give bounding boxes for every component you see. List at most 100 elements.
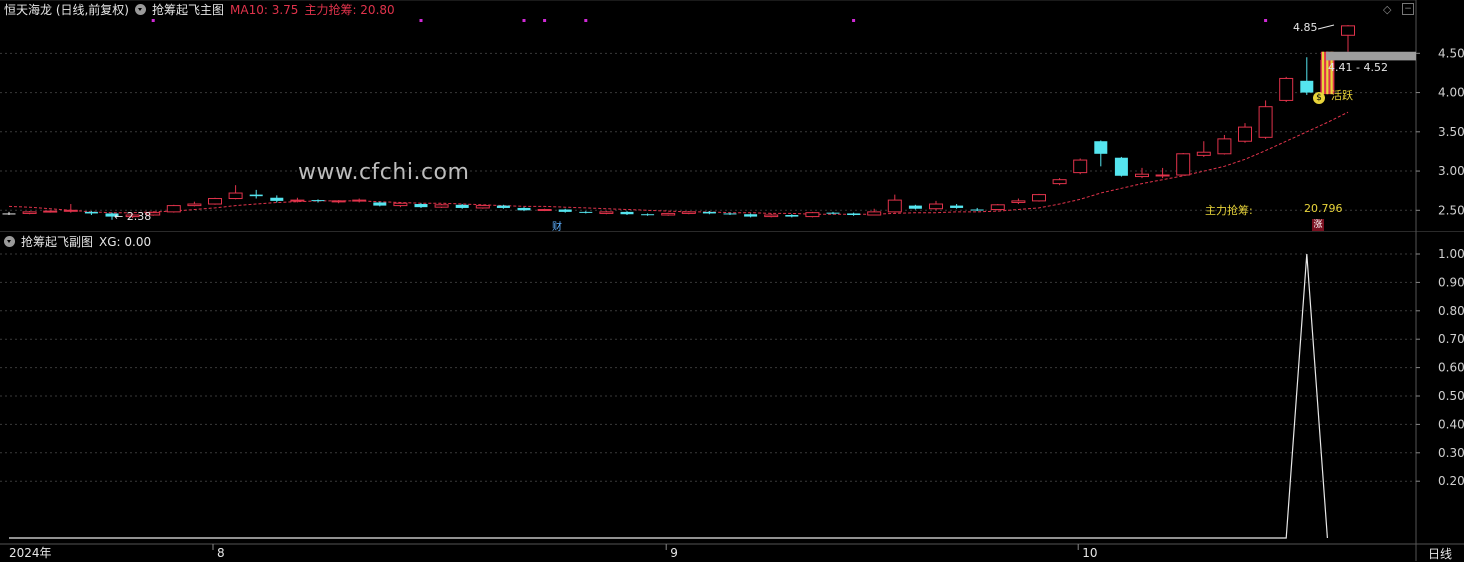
candle-body	[1196, 151, 1211, 156]
signal-dot	[543, 19, 547, 22]
active-label: 活跃	[1331, 89, 1353, 102]
candle-body	[1258, 106, 1273, 138]
price-range-bar	[1326, 51, 1416, 61]
main-candlestick-chart[interactable]: 4.50 4.00 3.50 3.00 2.50	[0, 0, 1464, 232]
candle-body	[352, 199, 367, 202]
candle-body	[1135, 173, 1149, 178]
candle-body	[826, 212, 840, 214]
candle-body	[847, 213, 861, 216]
candle-body	[1176, 153, 1191, 176]
candle-body	[785, 215, 799, 217]
time-label: 2024年	[9, 546, 52, 560]
candle-body	[1217, 138, 1232, 155]
finance-tag[interactable]: 财	[552, 218, 562, 233]
candle-body	[393, 202, 408, 207]
candle-body	[434, 204, 449, 208]
sub-tick-label: 0.20	[1438, 474, 1464, 488]
signal-dot	[419, 19, 423, 22]
candle-body	[805, 212, 820, 218]
candle-body	[270, 197, 284, 201]
candle-body	[228, 192, 243, 200]
high-price-label: 4.85	[1293, 21, 1318, 34]
sub-tick-label: 0.50	[1438, 389, 1464, 403]
time-axis: 2024年 8 9 10	[0, 543, 1464, 561]
watermark: www.cfchi.com	[298, 160, 470, 185]
price-tick-label: 3.00	[1438, 164, 1464, 178]
candle-body	[1341, 25, 1355, 36]
candle-body	[22, 211, 37, 214]
candle-body	[84, 211, 98, 214]
candle-body	[311, 200, 325, 202]
sub-tick-label: 1.00	[1438, 247, 1464, 261]
candle-body	[373, 202, 387, 206]
candle-body	[475, 205, 490, 209]
candle-body	[620, 211, 634, 215]
time-label: 10	[1082, 546, 1097, 560]
candle-body	[43, 210, 58, 213]
candle-body	[1155, 174, 1170, 177]
candle-body	[208, 198, 222, 205]
sub-tick-label: 0.90	[1438, 275, 1464, 289]
candle-body	[187, 203, 202, 207]
candle-body	[744, 214, 758, 217]
signal-dot	[852, 19, 856, 22]
price-tick-label: 2.50	[1438, 203, 1464, 217]
sub-tick-label: 0.80	[1438, 304, 1464, 318]
candle-body	[1300, 80, 1314, 93]
zhuli-label: 主力抢筹:	[1205, 204, 1253, 217]
price-tick-label: 4.00	[1438, 86, 1464, 100]
candle-body	[908, 205, 922, 209]
candle-body	[1032, 194, 1046, 202]
candle-body	[887, 199, 902, 213]
candle-body	[702, 211, 716, 214]
candle-body	[414, 204, 428, 208]
candle-body	[723, 213, 737, 215]
candle-body	[929, 203, 943, 210]
candle-body	[2, 213, 16, 215]
sub-tick-label: 0.40	[1438, 417, 1464, 431]
candle-body	[290, 199, 305, 202]
period-label[interactable]: 日线	[1428, 545, 1452, 562]
signal-bar-stripe	[1321, 51, 1325, 95]
candle-body	[641, 214, 655, 216]
candle-body	[970, 209, 984, 211]
candle-body	[331, 200, 346, 203]
sub-tick-label: 0.70	[1438, 332, 1464, 346]
signal-dot	[1264, 19, 1268, 22]
candle-body	[537, 209, 552, 212]
candle-body	[990, 204, 1005, 211]
candle-body	[1114, 157, 1128, 176]
zhuli-number: 20.796	[1304, 202, 1343, 215]
money-bag-icon[interactable]: $	[1313, 92, 1325, 104]
candle-body	[496, 205, 510, 208]
candle-body	[249, 194, 263, 197]
candle-body	[599, 211, 614, 214]
candle-body	[1279, 77, 1294, 101]
high-pointer-line	[1317, 24, 1335, 30]
candle-body	[867, 211, 882, 216]
signal-dot	[151, 19, 155, 22]
signal-dot	[522, 19, 526, 22]
sub-tick-label: 0.30	[1438, 446, 1464, 460]
signal-dot	[584, 19, 588, 22]
candle-body	[661, 212, 676, 216]
candle-body	[681, 211, 696, 214]
price-tick-label: 4.50	[1438, 46, 1464, 60]
time-label: 9	[670, 546, 678, 560]
candle-body	[1052, 179, 1067, 185]
candle-body	[166, 205, 181, 213]
limit-up-tag[interactable]: 涨	[1312, 219, 1324, 231]
candle-body	[1011, 200, 1026, 203]
candle-body	[1094, 141, 1108, 154]
sub-tick-label: 0.60	[1438, 361, 1464, 375]
candle-body	[1073, 159, 1088, 174]
candle-body	[63, 209, 78, 212]
candle-body	[950, 205, 964, 208]
price-range-label: 4.41 - 4.52	[1328, 61, 1388, 74]
candle-body	[764, 214, 779, 218]
candle-body	[1238, 126, 1252, 142]
sub-indicator-chart[interactable]: 1.00 0.90 0.80 0.70 0.60 0.50 0.40 0.30 0.20	[0, 232, 1464, 544]
candle-body	[558, 209, 572, 212]
price-tick-label: 3.50	[1438, 125, 1464, 139]
candle-body	[517, 207, 531, 211]
